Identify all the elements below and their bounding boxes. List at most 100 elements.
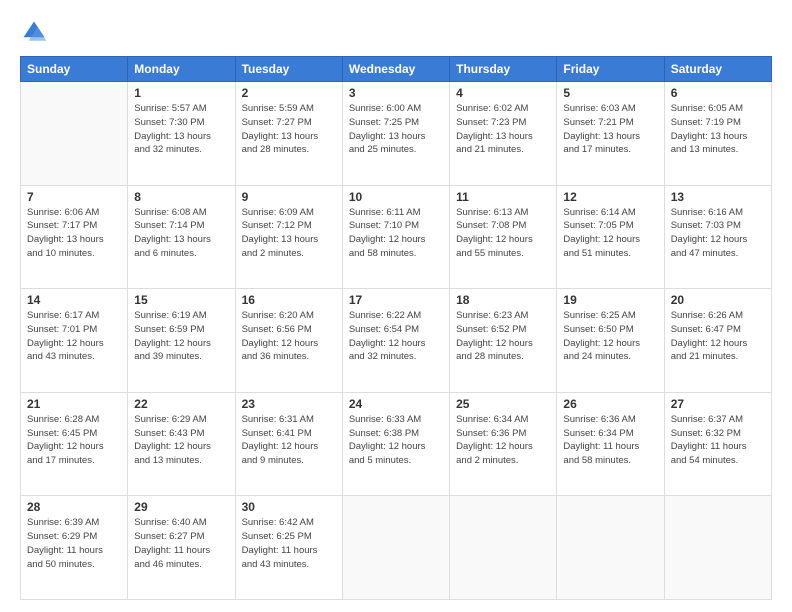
day-detail: Sunrise: 6:34 AM Sunset: 6:36 PM Dayligh… xyxy=(456,413,550,468)
day-number: 3 xyxy=(349,86,443,100)
calendar-week-row: 21 Sunrise: 6:28 AM Sunset: 6:45 PM Dayli… xyxy=(21,392,772,496)
day-detail: Sunrise: 6:03 AM Sunset: 7:21 PM Dayligh… xyxy=(563,102,657,157)
day-number: 12 xyxy=(563,190,657,204)
day-detail: Sunrise: 6:13 AM Sunset: 7:08 PM Dayligh… xyxy=(456,206,550,261)
calendar-header-row: SundayMondayTuesdayWednesdayThursdayFrid… xyxy=(21,57,772,82)
day-detail: Sunrise: 6:06 AM Sunset: 7:17 PM Dayligh… xyxy=(27,206,121,261)
day-detail: Sunrise: 6:28 AM Sunset: 6:45 PM Dayligh… xyxy=(27,413,121,468)
calendar-cell: 26 Sunrise: 6:36 AM Sunset: 6:34 PM Dayli… xyxy=(557,392,664,496)
day-detail: Sunrise: 6:00 AM Sunset: 7:25 PM Dayligh… xyxy=(349,102,443,157)
calendar-week-row: 14 Sunrise: 6:17 AM Sunset: 7:01 PM Dayli… xyxy=(21,289,772,393)
day-number: 5 xyxy=(563,86,657,100)
day-detail: Sunrise: 6:14 AM Sunset: 7:05 PM Dayligh… xyxy=(563,206,657,261)
day-detail: Sunrise: 6:08 AM Sunset: 7:14 PM Dayligh… xyxy=(134,206,228,261)
calendar-week-row: 28 Sunrise: 6:39 AM Sunset: 6:29 PM Dayli… xyxy=(21,496,772,600)
day-number: 14 xyxy=(27,293,121,307)
calendar-cell: 29 Sunrise: 6:40 AM Sunset: 6:27 PM Dayli… xyxy=(128,496,235,600)
day-number: 13 xyxy=(671,190,765,204)
day-number: 18 xyxy=(456,293,550,307)
day-number: 10 xyxy=(349,190,443,204)
day-detail: Sunrise: 6:17 AM Sunset: 7:01 PM Dayligh… xyxy=(27,309,121,364)
day-detail: Sunrise: 6:40 AM Sunset: 6:27 PM Dayligh… xyxy=(134,516,228,571)
calendar-cell xyxy=(664,496,771,600)
page: SundayMondayTuesdayWednesdayThursdayFrid… xyxy=(0,0,792,612)
day-detail: Sunrise: 6:11 AM Sunset: 7:10 PM Dayligh… xyxy=(349,206,443,261)
calendar-week-row: 1Sunrise: 5:57 AM Sunset: 7:30 PM Daylig… xyxy=(21,82,772,186)
calendar-cell: 25Sunrise: 6:34 AM Sunset: 6:36 PM Dayli… xyxy=(450,392,557,496)
calendar-cell: 14 Sunrise: 6:17 AM Sunset: 7:01 PM Dayli… xyxy=(21,289,128,393)
day-detail: Sunrise: 6:22 AM Sunset: 6:54 PM Dayligh… xyxy=(349,309,443,364)
day-detail: Sunrise: 6:29 AM Sunset: 6:43 PM Dayligh… xyxy=(134,413,228,468)
day-number: 23 xyxy=(242,397,336,411)
day-number: 11 xyxy=(456,190,550,204)
calendar-cell: 27Sunrise: 6:37 AM Sunset: 6:32 PM Dayli… xyxy=(664,392,771,496)
calendar-cell: 5 Sunrise: 6:03 AM Sunset: 7:21 PM Daylig… xyxy=(557,82,664,186)
calendar-header-tuesday: Tuesday xyxy=(235,57,342,82)
day-number: 26 xyxy=(563,397,657,411)
header xyxy=(20,18,772,46)
day-number: 29 xyxy=(134,500,228,514)
day-detail: Sunrise: 6:25 AM Sunset: 6:50 PM Dayligh… xyxy=(563,309,657,364)
calendar-header-monday: Monday xyxy=(128,57,235,82)
calendar-cell: 18 Sunrise: 6:23 AM Sunset: 6:52 PM Dayli… xyxy=(450,289,557,393)
day-number: 24 xyxy=(349,397,443,411)
calendar-cell: 11 Sunrise: 6:13 AM Sunset: 7:08 PM Dayli… xyxy=(450,185,557,289)
day-detail: Sunrise: 6:26 AM Sunset: 6:47 PM Dayligh… xyxy=(671,309,765,364)
calendar-cell: 19 Sunrise: 6:25 AM Sunset: 6:50 PM Dayli… xyxy=(557,289,664,393)
day-detail: Sunrise: 6:39 AM Sunset: 6:29 PM Dayligh… xyxy=(27,516,121,571)
day-detail: Sunrise: 6:09 AM Sunset: 7:12 PM Dayligh… xyxy=(242,206,336,261)
day-number: 17 xyxy=(349,293,443,307)
calendar-cell: 16Sunrise: 6:20 AM Sunset: 6:56 PM Dayli… xyxy=(235,289,342,393)
calendar-cell: 28 Sunrise: 6:39 AM Sunset: 6:29 PM Dayli… xyxy=(21,496,128,600)
day-detail: Sunrise: 6:16 AM Sunset: 7:03 PM Dayligh… xyxy=(671,206,765,261)
day-detail: Sunrise: 6:23 AM Sunset: 6:52 PM Dayligh… xyxy=(456,309,550,364)
day-detail: Sunrise: 6:42 AM Sunset: 6:25 PM Dayligh… xyxy=(242,516,336,571)
day-number: 21 xyxy=(27,397,121,411)
day-detail: Sunrise: 5:57 AM Sunset: 7:30 PM Dayligh… xyxy=(134,102,228,157)
day-number: 20 xyxy=(671,293,765,307)
day-number: 15 xyxy=(134,293,228,307)
calendar-cell: 24 Sunrise: 6:33 AM Sunset: 6:38 PM Dayli… xyxy=(342,392,449,496)
day-detail: Sunrise: 6:02 AM Sunset: 7:23 PM Dayligh… xyxy=(456,102,550,157)
calendar-cell xyxy=(342,496,449,600)
calendar-header-friday: Friday xyxy=(557,57,664,82)
calendar-cell: 10 Sunrise: 6:11 AM Sunset: 7:10 PM Dayli… xyxy=(342,185,449,289)
day-number: 4 xyxy=(456,86,550,100)
calendar-table: SundayMondayTuesdayWednesdayThursdayFrid… xyxy=(20,56,772,600)
calendar-cell xyxy=(557,496,664,600)
calendar-cell: 22 Sunrise: 6:29 AM Sunset: 6:43 PM Dayli… xyxy=(128,392,235,496)
day-number: 6 xyxy=(671,86,765,100)
day-number: 8 xyxy=(134,190,228,204)
calendar-header-saturday: Saturday xyxy=(664,57,771,82)
calendar-header-wednesday: Wednesday xyxy=(342,57,449,82)
day-number: 22 xyxy=(134,397,228,411)
day-detail: Sunrise: 6:05 AM Sunset: 7:19 PM Dayligh… xyxy=(671,102,765,157)
logo xyxy=(20,18,52,46)
calendar-cell: 23 Sunrise: 6:31 AM Sunset: 6:41 PM Dayli… xyxy=(235,392,342,496)
calendar-cell: 15 Sunrise: 6:19 AM Sunset: 6:59 PM Dayli… xyxy=(128,289,235,393)
day-number: 19 xyxy=(563,293,657,307)
calendar-week-row: 7 Sunrise: 6:06 AM Sunset: 7:17 PM Daylig… xyxy=(21,185,772,289)
calendar-cell xyxy=(450,496,557,600)
day-number: 28 xyxy=(27,500,121,514)
calendar-cell: 17 Sunrise: 6:22 AM Sunset: 6:54 PM Dayli… xyxy=(342,289,449,393)
calendar-cell: 6 Sunrise: 6:05 AM Sunset: 7:19 PM Daylig… xyxy=(664,82,771,186)
day-detail: Sunrise: 6:31 AM Sunset: 6:41 PM Dayligh… xyxy=(242,413,336,468)
day-detail: Sunrise: 6:36 AM Sunset: 6:34 PM Dayligh… xyxy=(563,413,657,468)
calendar-cell: 1Sunrise: 5:57 AM Sunset: 7:30 PM Daylig… xyxy=(128,82,235,186)
day-number: 9 xyxy=(242,190,336,204)
day-number: 16 xyxy=(242,293,336,307)
day-number: 7 xyxy=(27,190,121,204)
calendar-cell: 21 Sunrise: 6:28 AM Sunset: 6:45 PM Dayli… xyxy=(21,392,128,496)
calendar-cell: 2Sunrise: 5:59 AM Sunset: 7:27 PM Daylig… xyxy=(235,82,342,186)
calendar-cell: 20 Sunrise: 6:26 AM Sunset: 6:47 PM Dayli… xyxy=(664,289,771,393)
calendar-cell: 3 Sunrise: 6:00 AM Sunset: 7:25 PM Daylig… xyxy=(342,82,449,186)
calendar-cell: 9 Sunrise: 6:09 AM Sunset: 7:12 PM Daylig… xyxy=(235,185,342,289)
calendar-cell: 7 Sunrise: 6:06 AM Sunset: 7:17 PM Daylig… xyxy=(21,185,128,289)
day-detail: Sunrise: 6:19 AM Sunset: 6:59 PM Dayligh… xyxy=(134,309,228,364)
day-number: 2 xyxy=(242,86,336,100)
calendar-cell: 8 Sunrise: 6:08 AM Sunset: 7:14 PM Daylig… xyxy=(128,185,235,289)
calendar-cell: 13 Sunrise: 6:16 AM Sunset: 7:03 PM Dayli… xyxy=(664,185,771,289)
day-detail: Sunrise: 6:33 AM Sunset: 6:38 PM Dayligh… xyxy=(349,413,443,468)
calendar-header-sunday: Sunday xyxy=(21,57,128,82)
